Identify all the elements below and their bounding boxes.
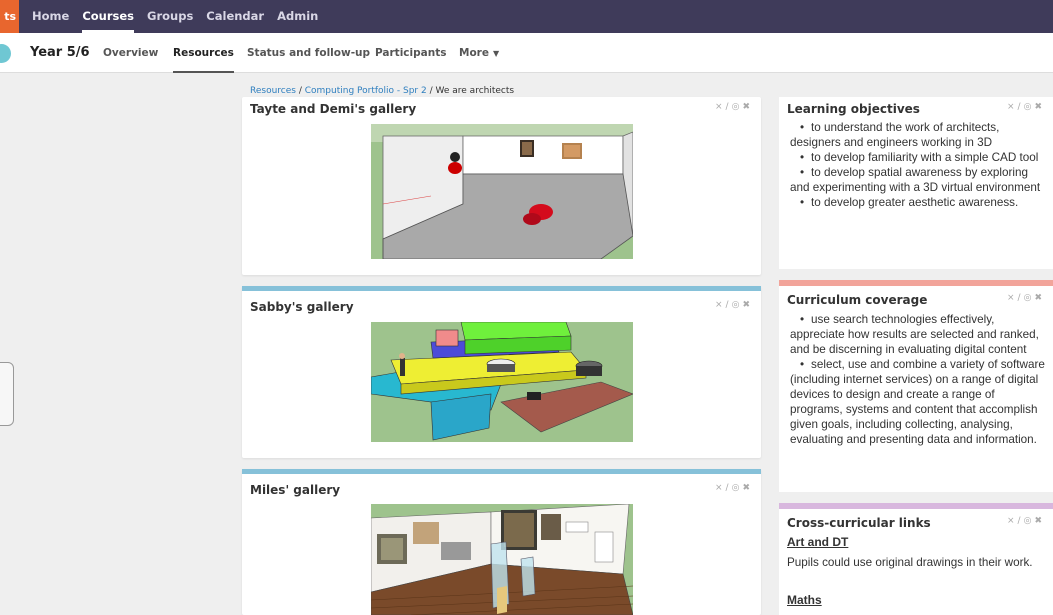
gallery-title: Miles' gallery xyxy=(250,483,341,497)
cross-curricular-card: Cross-curricular links ⨯∕◎✖ Art and DT P… xyxy=(779,503,1053,615)
breadcrumb-separator: / xyxy=(295,86,305,96)
gallery-image-art-room[interactable] xyxy=(371,504,633,615)
art-and-dt-text: Pupils could use original drawings in th… xyxy=(787,556,1033,569)
site-logo[interactable]: ts xyxy=(0,0,19,33)
nav-calendar[interactable]: Calendar xyxy=(206,0,264,33)
resize-icon[interactable]: ⨯ xyxy=(715,483,726,493)
card-tools: ⨯∕◎✖ xyxy=(1007,102,1045,112)
course-title[interactable]: Year 5/6 xyxy=(30,33,90,73)
settings-icon[interactable]: ◎ xyxy=(732,483,743,493)
breadcrumb-computing-portfolio[interactable]: Computing Portfolio - Spr 2 xyxy=(305,86,427,96)
list-item: to develop spatial awareness by explorin… xyxy=(790,165,1050,195)
card-accent-bar xyxy=(779,503,1053,509)
settings-icon[interactable]: ◎ xyxy=(732,102,743,112)
resize-icon[interactable]: ⨯ xyxy=(715,102,726,112)
curriculum-coverage-list: use search technologies effectively, app… xyxy=(790,312,1050,447)
card-tools: ⨯∕◎✖ xyxy=(1007,293,1045,303)
course-navigation: Year 5/6 Overview Resources Status and f… xyxy=(0,33,1053,73)
breadcrumb-separator: / xyxy=(426,86,436,96)
close-icon[interactable]: ✖ xyxy=(1034,516,1045,526)
tab-more[interactable]: More ▼ xyxy=(459,33,499,73)
link-art-and-dt[interactable]: Art and DT xyxy=(787,535,848,549)
card-accent-bar xyxy=(242,469,761,474)
nav-groups[interactable]: Groups xyxy=(147,0,193,33)
learning-objectives-list: to understand the work of architects, de… xyxy=(790,120,1050,210)
card-accent-bar xyxy=(242,286,761,291)
tab-more-label: More xyxy=(459,47,489,59)
resize-icon[interactable]: ⨯ xyxy=(1007,102,1018,112)
gallery-title: Tayte and Demi's gallery xyxy=(250,102,417,116)
curriculum-coverage-title: Curriculum coverage xyxy=(787,293,928,307)
card-tools: ⨯∕◎✖ xyxy=(1007,516,1045,526)
gallery-image-platforms[interactable] xyxy=(371,322,633,442)
tab-status-follow-up[interactable]: Status and follow-up xyxy=(247,33,370,73)
curriculum-coverage-card: Curriculum coverage ⨯∕◎✖ use search tech… xyxy=(779,280,1053,492)
card-accent-bar xyxy=(779,280,1053,286)
tab-participants[interactable]: Participants xyxy=(375,33,446,73)
gallery-image-room[interactable] xyxy=(371,124,633,259)
resize-icon[interactable]: ⨯ xyxy=(1007,293,1018,303)
list-item: select, use and combine a variety of sof… xyxy=(790,357,1050,447)
nav-home[interactable]: Home xyxy=(32,0,69,33)
close-icon[interactable]: ✖ xyxy=(742,102,753,112)
course-icon xyxy=(0,44,11,63)
resize-icon[interactable]: ⨯ xyxy=(715,300,726,310)
settings-icon[interactable]: ◎ xyxy=(1024,293,1035,303)
link-maths[interactable]: Maths xyxy=(787,593,822,607)
list-item: to understand the work of architects, de… xyxy=(790,120,1050,150)
close-icon[interactable]: ✖ xyxy=(1034,293,1045,303)
tab-overview[interactable]: Overview xyxy=(103,33,158,73)
close-icon[interactable]: ✖ xyxy=(742,300,753,310)
resize-icon[interactable]: ⨯ xyxy=(1007,516,1018,526)
learning-objectives-card: Learning objectives ⨯∕◎✖ to understand t… xyxy=(779,97,1053,269)
gallery-card-miles: Miles' gallery ⨯∕◎✖ xyxy=(242,469,761,615)
close-icon[interactable]: ✖ xyxy=(1034,102,1045,112)
chevron-down-icon: ▼ xyxy=(492,49,500,58)
top-navigation: ts Home Courses Groups Calendar Admin xyxy=(0,0,1053,33)
nav-courses[interactable]: Courses xyxy=(82,0,134,33)
card-tools: ⨯∕◎✖ xyxy=(715,102,753,112)
sidebar-toggle-handle[interactable] xyxy=(0,362,14,426)
learning-objectives-title: Learning objectives xyxy=(787,102,920,116)
settings-icon[interactable]: ◎ xyxy=(1024,516,1035,526)
list-item: to develop greater aesthetic awareness. xyxy=(790,195,1050,210)
gallery-title: Sabby's gallery xyxy=(250,300,354,314)
close-icon[interactable]: ✖ xyxy=(742,483,753,493)
settings-icon[interactable]: ◎ xyxy=(732,300,743,310)
list-item: to develop familiarity with a simple CAD… xyxy=(790,150,1050,165)
card-tools: ⨯∕◎✖ xyxy=(715,483,753,493)
settings-icon[interactable]: ◎ xyxy=(1024,102,1035,112)
gallery-card-tayte-demi: Tayte and Demi's gallery ⨯∕◎✖ xyxy=(242,97,761,275)
breadcrumb-current: We are architects xyxy=(435,86,515,96)
breadcrumb-resources[interactable]: Resources xyxy=(250,86,296,96)
cross-curricular-title: Cross-curricular links xyxy=(787,516,931,530)
tab-resources[interactable]: Resources xyxy=(173,33,234,73)
card-tools: ⨯∕◎✖ xyxy=(715,300,753,310)
breadcrumb: Resources / Computing Portfolio - Spr 2 … xyxy=(250,86,514,96)
list-item: use search technologies effectively, app… xyxy=(790,312,1050,357)
gallery-card-sabby: Sabby's gallery ⨯∕◎✖ xyxy=(242,286,761,458)
nav-admin[interactable]: Admin xyxy=(277,0,318,33)
